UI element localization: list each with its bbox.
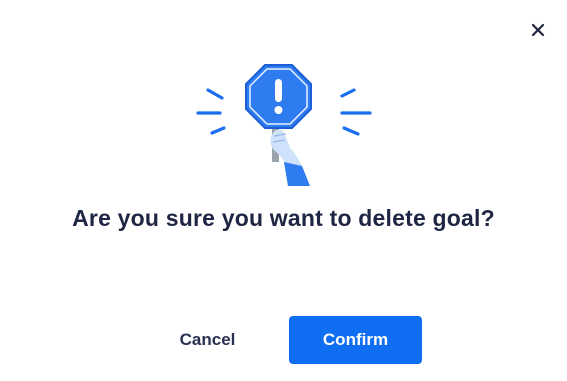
- delete-goal-dialog: Are you sure you want to delete goal? Ca…: [0, 0, 567, 381]
- warning-stop-sign-icon: [196, 64, 372, 186]
- close-icon: [531, 23, 545, 37]
- close-button[interactable]: [526, 18, 550, 42]
- cancel-button[interactable]: Cancel: [150, 316, 265, 364]
- warning-illustration: [190, 58, 380, 186]
- dialog-title: Are you sure you want to delete goal?: [72, 205, 495, 231]
- confirm-button[interactable]: Confirm: [289, 316, 422, 364]
